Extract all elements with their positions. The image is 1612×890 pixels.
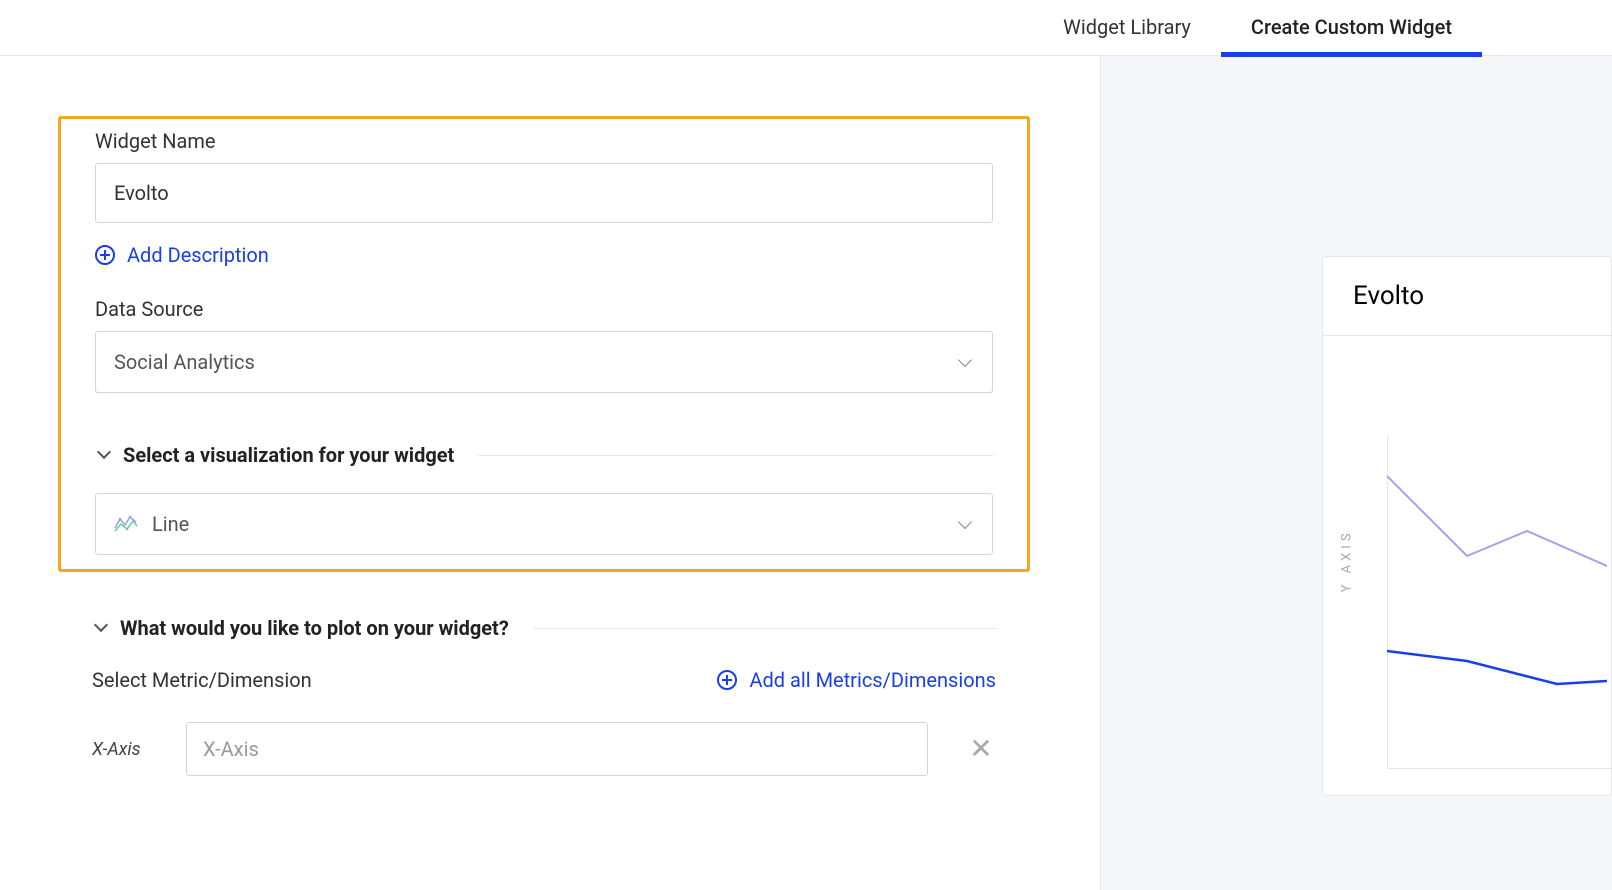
preview-panel: Evolto Y AXIS xyxy=(1100,56,1612,890)
add-all-metrics-label: Add all Metrics/Dimensions xyxy=(749,668,996,692)
data-source-label: Data Source xyxy=(95,297,993,321)
widget-name-input[interactable] xyxy=(95,163,993,223)
x-axis-label: X-Axis xyxy=(92,739,148,760)
chart-axis-line xyxy=(1387,768,1611,769)
close-icon[interactable]: ✕ xyxy=(966,735,996,763)
add-all-metrics-link[interactable]: Add all Metrics/Dimensions xyxy=(717,668,996,692)
visualization-section-title: Select a visualization for your widget xyxy=(123,443,454,467)
visualization-value: Line xyxy=(152,512,189,536)
plot-section-title: What would you like to plot on your widg… xyxy=(120,616,509,640)
plot-section-header[interactable]: What would you like to plot on your widg… xyxy=(58,616,1030,640)
preview-chart: Y AXIS xyxy=(1323,336,1611,795)
widget-name-label: Widget Name xyxy=(95,129,993,153)
widget-preview-card: Evolto Y AXIS xyxy=(1322,256,1612,796)
preview-title: Evolto xyxy=(1323,257,1611,336)
chart-lines xyxy=(1387,456,1607,716)
section-divider xyxy=(533,628,996,629)
chevron-down-icon xyxy=(958,515,972,529)
highlighted-section: Widget Name Add Description Data Source … xyxy=(58,116,1030,572)
tab-widget-library[interactable]: Widget Library xyxy=(1033,15,1221,55)
data-source-value: Social Analytics xyxy=(114,350,255,374)
line-chart-icon xyxy=(114,514,138,534)
x-axis-input[interactable] xyxy=(186,722,928,776)
visualization-select[interactable]: Line xyxy=(95,493,993,555)
main-area: Widget Name Add Description Data Source … xyxy=(0,56,1612,890)
plus-circle-icon xyxy=(95,245,115,265)
visualization-section-header[interactable]: Select a visualization for your widget xyxy=(95,443,993,467)
plus-circle-icon xyxy=(717,670,737,690)
select-metric-label: Select Metric/Dimension xyxy=(92,668,312,692)
section-divider xyxy=(478,455,993,456)
chevron-down-icon xyxy=(958,353,972,367)
metrics-row: Select Metric/Dimension Add all Metrics/… xyxy=(92,668,996,692)
chevron-down-icon xyxy=(94,618,108,632)
tab-create-custom-widget[interactable]: Create Custom Widget xyxy=(1221,15,1482,55)
x-axis-row: X-Axis ✕ xyxy=(92,722,996,776)
data-source-select[interactable]: Social Analytics xyxy=(95,331,993,393)
add-description-label: Add Description xyxy=(127,243,269,267)
chevron-down-icon xyxy=(97,445,111,459)
widget-form: Widget Name Add Description Data Source … xyxy=(0,56,1100,890)
y-axis-label: Y AXIS xyxy=(1340,529,1355,592)
top-tabs: Widget Library Create Custom Widget xyxy=(0,0,1612,56)
add-description-link[interactable]: Add Description xyxy=(95,243,993,267)
